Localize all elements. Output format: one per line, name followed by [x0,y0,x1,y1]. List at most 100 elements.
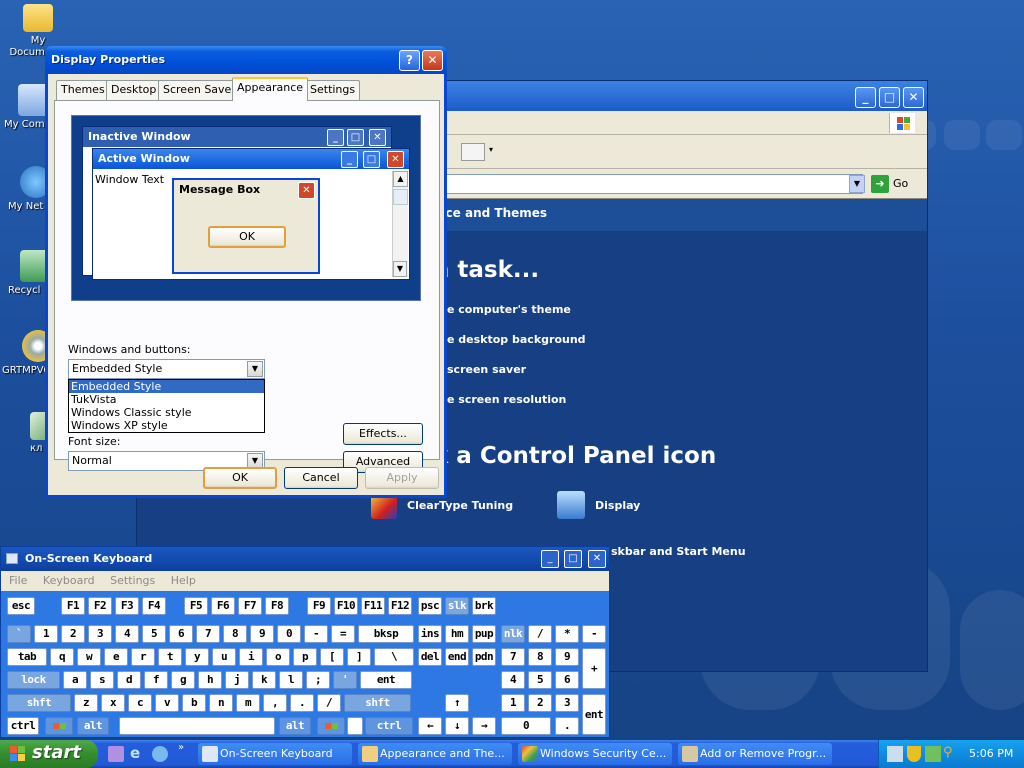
key-r5-5[interactable]: b [182,694,206,712]
key-r2-12[interactable]: = [331,625,355,643]
search-icon[interactable]: ⚲ [943,745,959,761]
key-r2-7[interactable]: 7 [196,625,220,643]
key-r5-13[interactable]: 1 [501,694,525,712]
key-r3-10[interactable]: p [293,648,317,666]
key-r3-2[interactable]: w [77,648,101,666]
key-r5-8[interactable]: , [263,694,287,712]
key-r3-0[interactable]: tab [7,648,47,666]
key-r1-3[interactable]: F3 [115,597,139,615]
key-r5-15[interactable]: 3 [555,694,579,712]
task-link-resolution[interactable]: e screen resolution [447,393,566,406]
views-icon[interactable] [461,143,485,161]
key-r2-1[interactable]: 1 [34,625,58,643]
menu-file[interactable]: File [9,574,27,587]
key-r3-6[interactable]: y [185,648,209,666]
key-r3-13[interactable]: \ [374,648,414,666]
key-r5-14[interactable]: 2 [528,694,552,712]
views-dropdown-icon[interactable]: ▾ [489,145,493,154]
start-button[interactable]: start [0,740,98,768]
key-r1-5[interactable]: F5 [184,597,208,615]
menu-key-icon[interactable] [347,717,363,735]
key-r2-19[interactable]: * [555,625,579,643]
network-icon[interactable] [887,746,903,762]
menu-help[interactable]: Help [171,574,196,587]
key-r2-10[interactable]: 0 [277,625,301,643]
menu-keyboard[interactable]: Keyboard [43,574,95,587]
task-link-background[interactable]: e desktop background [447,333,586,346]
key-r2-9[interactable]: 9 [250,625,274,643]
key-r3-11[interactable]: [ [320,648,344,666]
key-r2-11[interactable]: - [304,625,328,643]
key-r6-8[interactable]: . [555,717,579,735]
key-r5-10[interactable]: / [317,694,341,712]
key-r2-13[interactable]: bksp [358,625,414,643]
key-r5-0[interactable]: shft [7,694,71,712]
key-r5-12[interactable]: ↑ [445,694,469,712]
key-r5-2[interactable]: x [101,694,125,712]
cleartype-label[interactable]: ClearType Tuning [407,499,513,512]
key-r2-4[interactable]: 4 [115,625,139,643]
close-button[interactable]: ✕ [422,50,443,71]
key-r3-18[interactable]: 8 [528,648,552,666]
key-r3-3[interactable]: e [104,648,128,666]
key-r4-12[interactable]: ent [360,671,412,689]
maximize-button[interactable]: □ [879,87,900,108]
chevron-down-icon[interactable]: ▼ [247,361,263,377]
task-add-remove-programs[interactable]: Add or Remove Progr... [678,743,832,765]
key-r4-9[interactable]: l [279,671,303,689]
display-label[interactable]: Display [595,499,640,512]
task-security-center[interactable]: Windows Security Ce... [518,743,672,765]
key-r4-0[interactable]: lock [7,671,60,689]
key-r5-6[interactable]: n [209,694,233,712]
tab-settings[interactable]: Settings [305,80,361,100]
tab-appearance[interactable]: Appearance [232,77,309,101]
option-windows-xp[interactable]: Windows XP style [69,419,264,432]
key-r1-1[interactable]: F1 [61,597,85,615]
key-r5-11[interactable]: shft [344,694,411,712]
ok-button[interactable]: OK [203,467,277,489]
key-r4-6[interactable]: h [198,671,222,689]
internet-explorer-icon[interactable]: e [130,745,146,761]
key-r1-0[interactable]: esc [7,597,35,615]
key-r2-2[interactable]: 2 [61,625,85,643]
key-r5-1[interactable]: z [74,694,98,712]
spacebar-key[interactable] [119,717,275,735]
key-r4-1[interactable]: a [63,671,87,689]
key-r1-14[interactable]: slk [445,597,469,615]
key-r3-9[interactable]: o [266,648,290,666]
key-r2-6[interactable]: 6 [169,625,193,643]
key-r4-10[interactable]: ; [306,671,330,689]
key-r2-14[interactable]: ins [418,625,442,643]
effects-button[interactable]: Effects... [343,423,423,445]
close-button[interactable]: ✕ [903,87,924,108]
key-r3-19[interactable]: 9 [555,648,579,666]
key-r2-17[interactable]: nlk [501,625,525,643]
option-tukvista[interactable]: TukVista [69,393,264,406]
taskbar-start-menu-label[interactable]: skbar and Start Menu [611,545,746,558]
key-r6-6[interactable]: → [472,717,496,735]
key-r1-6[interactable]: F6 [211,597,235,615]
key-r2-5[interactable]: 5 [142,625,166,643]
tab-themes[interactable]: Themes [56,80,110,100]
key-r6-3[interactable]: ctrl [365,717,413,735]
key-r1-12[interactable]: F12 [388,597,412,615]
key-r4-15[interactable]: 6 [555,671,579,689]
go-button[interactable]: ➜ Go [871,174,908,194]
key-r3-12[interactable]: ] [347,648,371,666]
key-r6-7[interactable]: 0 [501,717,551,735]
key-r2-20[interactable]: - [582,625,606,643]
key-r2-15[interactable]: hm [445,625,469,643]
key-r5-4[interactable]: v [155,694,179,712]
key-r3-5[interactable]: t [158,648,182,666]
key-r1-9[interactable]: F9 [307,597,331,615]
key-r3-4[interactable]: r [131,648,155,666]
tab-desktop[interactable]: Desktop [106,80,162,100]
key-r1-2[interactable]: F2 [88,597,112,615]
key-r4-3[interactable]: d [117,671,141,689]
key-r3-16[interactable]: pdn [472,648,496,666]
windows-key-icon[interactable] [45,717,73,735]
key-r6-2[interactable]: alt [279,717,311,735]
windows-buttons-select[interactable]: Embedded Style ▼ [68,359,265,379]
key-r1-13[interactable]: psc [418,597,442,615]
key-r2-16[interactable]: pup [472,625,496,643]
